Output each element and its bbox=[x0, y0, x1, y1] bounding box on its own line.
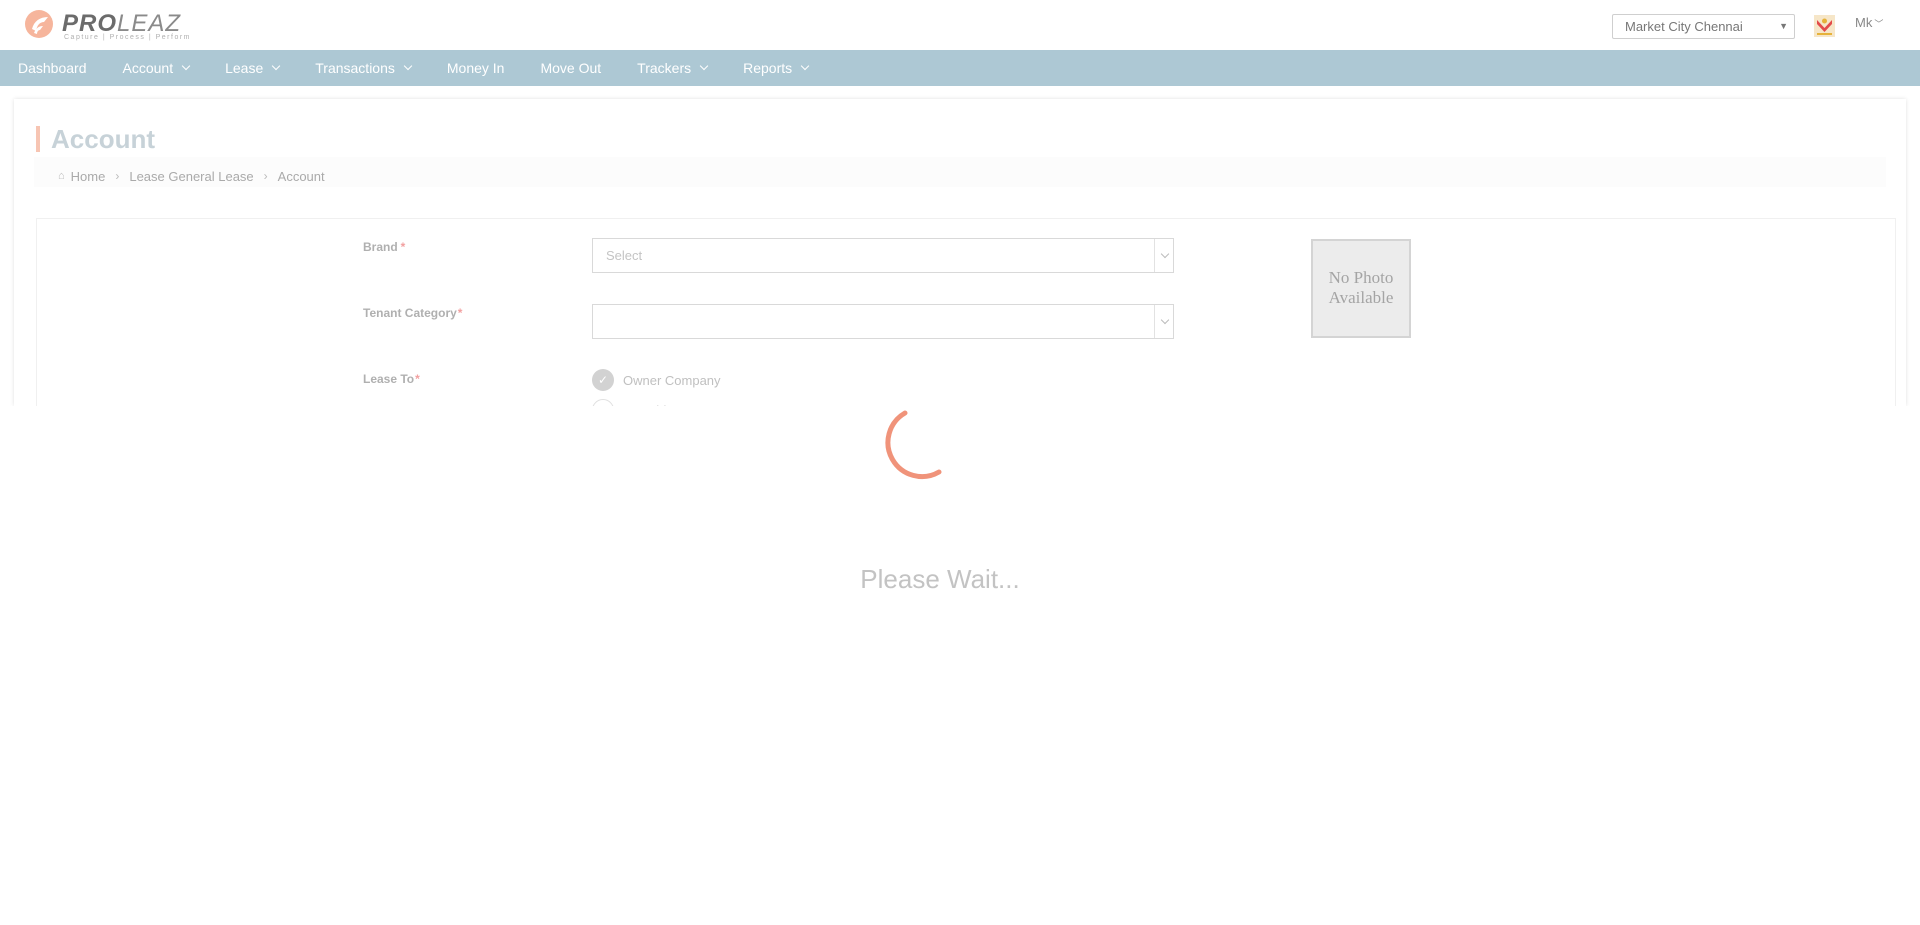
select-divider bbox=[1154, 239, 1155, 272]
site-selector-value: Market City Chennai bbox=[1625, 19, 1743, 34]
breadcrumb-current: Account bbox=[277, 168, 325, 184]
lease-to-label: Lease To* bbox=[363, 372, 420, 386]
chevron-down-icon bbox=[699, 61, 709, 71]
nav-item-move-out[interactable]: Move Out bbox=[540, 60, 601, 76]
brand-select-placeholder: Select bbox=[606, 248, 643, 263]
chevron-down-icon bbox=[272, 61, 281, 71]
lease-to-owner-label: Owner Company bbox=[623, 372, 721, 388]
site-selector[interactable]: Market City Chennai ▼ bbox=[1612, 14, 1795, 39]
brand-label-text: Brand bbox=[363, 240, 398, 254]
photo-placeholder: No Photo Available bbox=[1311, 239, 1411, 338]
logo-leaz: LEAZ bbox=[117, 10, 182, 37]
nav-item-lease[interactable]: Lease bbox=[225, 60, 281, 76]
chevron-down-icon: ﹀ bbox=[1874, 19, 1884, 29]
flag-emblem-icon[interactable] bbox=[1813, 14, 1836, 38]
breadcrumb-home[interactable]: Home bbox=[71, 169, 106, 184]
logo-pro: PRO bbox=[62, 10, 118, 37]
logo-tagline: Capture | Process | Perform bbox=[64, 34, 191, 41]
chevron-right-icon: › bbox=[263, 169, 268, 183]
caret-down-icon: ▼ bbox=[1779, 21, 1788, 31]
chevron-down-icon bbox=[800, 61, 810, 71]
nav-item-label: Dashboard bbox=[18, 60, 87, 76]
user-menu[interactable]: Mk ﹀ bbox=[1855, 15, 1883, 30]
tenant-category-label-text: Tenant Category bbox=[363, 306, 457, 320]
nav-item-label: Money In bbox=[446, 60, 505, 76]
required-mark: * bbox=[415, 372, 420, 386]
tenant-category-label: Tenant Category* bbox=[363, 306, 462, 320]
radio-checked-icon[interactable]: ✓ bbox=[592, 369, 614, 391]
top-header: PROLEAZ Capture | Process | Perform Mark… bbox=[0, 0, 1920, 50]
nav-item-trackers[interactable]: Trackers bbox=[637, 60, 709, 76]
loading-message: Please Wait... bbox=[860, 564, 1020, 594]
nav-item-dashboard[interactable]: Dashboard bbox=[18, 60, 87, 76]
user-name: Mk bbox=[1855, 15, 1873, 30]
app-logo[interactable]: PROLEAZ Capture | Process | Perform bbox=[24, 9, 194, 41]
photo-placeholder-line2: Available bbox=[1328, 288, 1394, 307]
nav-item-reports[interactable]: Reports bbox=[743, 60, 810, 76]
loading-overlay bbox=[0, 406, 1920, 925]
chevron-down-icon bbox=[181, 61, 191, 71]
loading-spinner-icon bbox=[885, 410, 942, 480]
nav-item-label: Trackers bbox=[637, 60, 692, 76]
nav-item-money-in[interactable]: Money In bbox=[447, 60, 505, 76]
nav-item-transactions[interactable]: Transactions bbox=[315, 60, 413, 76]
nav-item-label: Transactions bbox=[315, 60, 395, 76]
lease-to-label-text: Lease To bbox=[363, 372, 415, 386]
page-title: Account bbox=[36, 126, 155, 152]
photo-placeholder-line1: No Photo bbox=[1328, 268, 1394, 287]
chevron-down-icon bbox=[403, 61, 413, 71]
brand-select[interactable]: Select bbox=[592, 238, 1174, 273]
chevron-right-icon: › bbox=[115, 169, 120, 183]
main-nav: Dashboard Account Lease Transactions Money I… bbox=[0, 50, 1920, 86]
chevron-down-icon bbox=[1160, 315, 1170, 325]
home-icon: ⌂ bbox=[58, 170, 65, 182]
breadcrumb: ⌂ Home › Lease General Lease › Account bbox=[34, 157, 1886, 187]
nav-item-account[interactable]: Account bbox=[122, 60, 191, 76]
required-mark: * bbox=[457, 306, 463, 320]
logo-mark-icon bbox=[25, 10, 53, 38]
page-card: Account ⌂ Home › Lease General Lease › A… bbox=[14, 99, 1906, 421]
required-mark: * bbox=[400, 240, 406, 254]
account-form: Brand * Select Tenant Category* Lease To*… bbox=[36, 218, 1896, 421]
breadcrumb-lease[interactable]: Lease General Lease bbox=[129, 169, 253, 184]
chevron-down-icon bbox=[1160, 249, 1170, 259]
nav-item-label: Move Out bbox=[540, 60, 602, 76]
nav-item-label: Reports bbox=[743, 60, 793, 76]
nav-item-label: Lease bbox=[225, 60, 264, 76]
tenant-category-select[interactable] bbox=[592, 304, 1174, 339]
nav-item-label: Account bbox=[122, 60, 174, 76]
select-divider bbox=[1154, 305, 1155, 338]
lease-to-owner-option[interactable]: ✓ Owner Company bbox=[592, 369, 721, 391]
brand-label: Brand * bbox=[363, 240, 405, 254]
